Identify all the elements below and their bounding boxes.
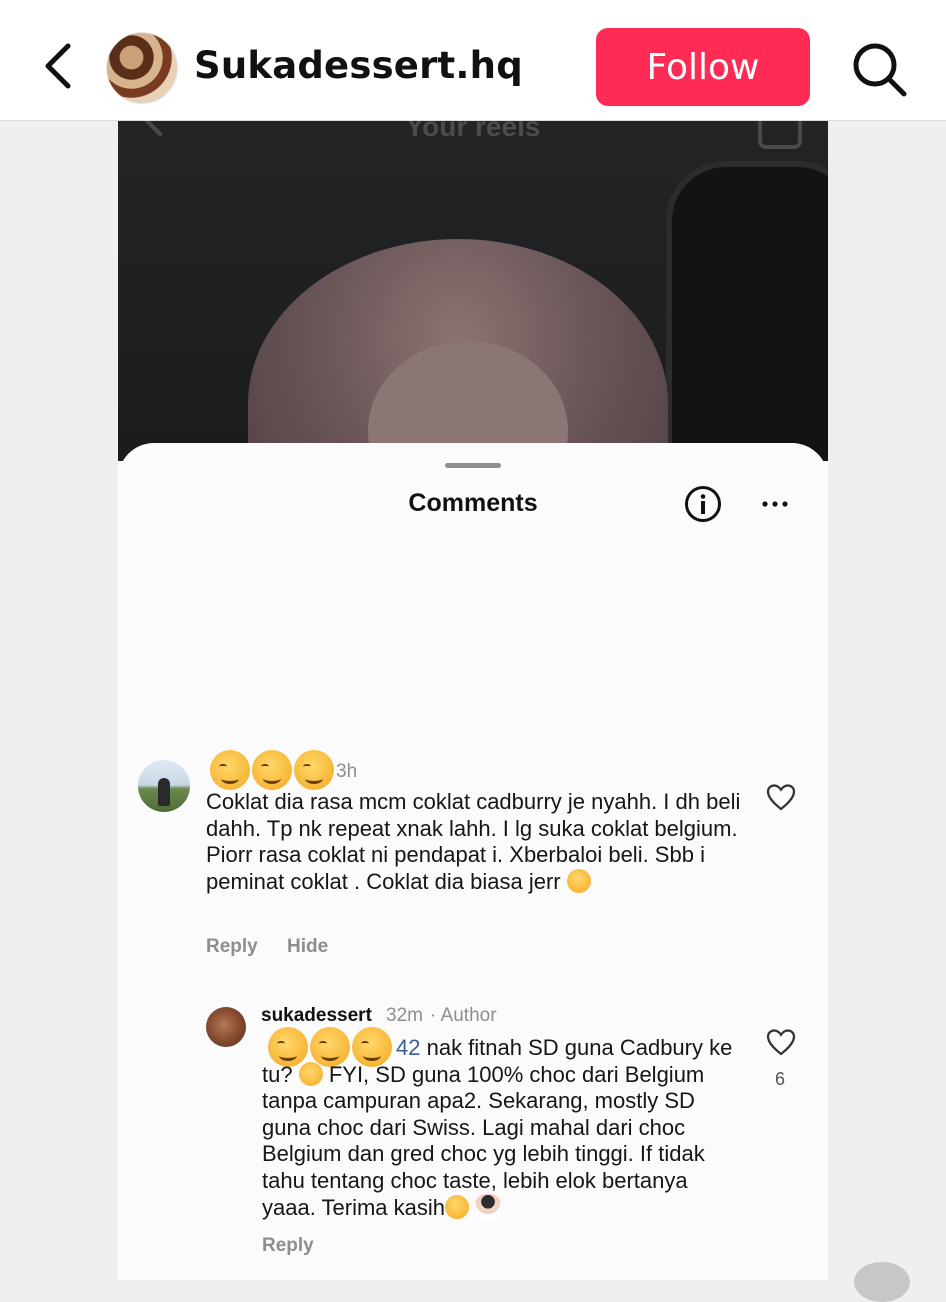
comment-time: 3h: [336, 761, 358, 782]
back-arrow-icon[interactable]: [38, 40, 78, 92]
comment-body: Coklat dia rasa mcm coklat cadburry je n…: [206, 789, 741, 894]
heart-icon[interactable]: [766, 1028, 796, 1056]
reels-label: Your reels: [405, 121, 541, 142]
reel-video-preview: Your reels: [118, 121, 828, 461]
reply-button[interactable]: Reply: [262, 1235, 314, 1257]
reply-username[interactable]: sukadessert: [261, 1005, 372, 1027]
account-name[interactable]: Sukadessert.hq: [194, 44, 523, 87]
commenter-avatar[interactable]: [138, 760, 190, 812]
shocked-face-emoji: [566, 868, 591, 893]
smiling-face-emoji: [294, 750, 334, 790]
comment-text: Coklat dia rasa mcm coklat cadburry je n…: [206, 789, 746, 895]
top-bar: Sukadessert.hq Follow: [0, 0, 946, 121]
smiling-face-emoji: [445, 1195, 470, 1219]
scroll-indicator[interactable]: [854, 1262, 910, 1302]
username-censor-emojis: [210, 750, 336, 790]
hide-button[interactable]: Hide: [287, 936, 328, 958]
info-icon[interactable]: [684, 485, 722, 523]
reply-button[interactable]: Reply: [206, 936, 258, 958]
smiling-face-emoji: [252, 750, 292, 790]
smiling-face-emoji: [210, 750, 250, 790]
search-icon[interactable]: [850, 40, 908, 98]
heart-icon[interactable]: [766, 783, 796, 811]
author-avatar[interactable]: [206, 1007, 246, 1047]
author-badge: · Author: [430, 1005, 497, 1026]
grinning-face-emoji: [298, 1061, 323, 1086]
car-seat-shape: [666, 161, 828, 461]
sheet-grabber[interactable]: [445, 463, 501, 468]
account-avatar[interactable]: [106, 32, 178, 104]
person-emoji: [475, 1194, 502, 1220]
embedded-screenshot: Your reels Comments 3h Coklat dia rasa m…: [118, 121, 828, 1280]
reply-text: 42 nak fitnah SD guna Cadbury ke tu? FYI…: [262, 1035, 742, 1222]
camera-icon: [758, 121, 802, 149]
comments-sheet: Comments 3h Coklat dia rasa mcm coklat c…: [118, 443, 828, 1280]
like-count: 6: [775, 1069, 786, 1089]
reply-time: 32m: [386, 1005, 423, 1026]
mention-link[interactable]: 42: [396, 1035, 420, 1060]
follow-button[interactable]: Follow: [596, 28, 810, 106]
more-options-icon[interactable]: [760, 489, 790, 519]
